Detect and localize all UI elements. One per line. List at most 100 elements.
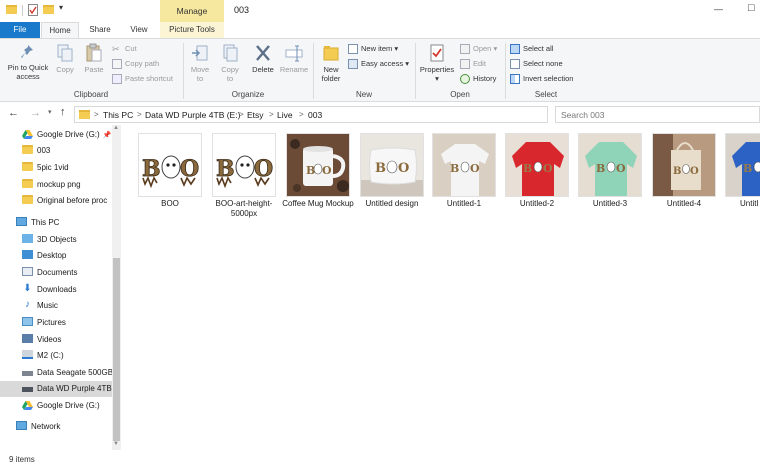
file-thumbnail[interactable]: B O [578,133,642,197]
sidebar-item-mockup-png[interactable]: mockup png [0,177,112,193]
crumb-003[interactable]: 003 [308,110,322,120]
sidebar-item-data-seagate[interactable]: Data Seagate 500GB [0,365,112,381]
tab-home[interactable]: Home [41,22,79,39]
file-thumbnail[interactable]: B O [432,133,496,197]
file-name[interactable]: BOO-art-height-5000px [207,199,281,219]
file-name[interactable]: Untitled-2 [500,199,574,209]
sidebar-item-003[interactable]: 003 [0,143,112,159]
sidebar-item-google-drive-pinned[interactable]: Google Drive (G:) 📌 [0,127,112,143]
history-button[interactable]: History [460,73,496,85]
crumb-etsy[interactable]: Etsy [247,110,264,120]
scrollbar-thumb[interactable] [113,258,120,441]
recent-locations-icon[interactable]: ▾ [48,108,52,116]
search-input[interactable]: Search 003 [561,110,604,120]
crumb-this-pc[interactable]: This PC [103,110,133,120]
properties-label: Properties [419,65,455,74]
easy-access-button[interactable]: Easy access ▾ [348,58,409,70]
sidebar-scrollbar[interactable]: ▲ ▼ [112,125,121,450]
new-folder-button[interactable]: New folder [316,43,346,83]
easy-access-icon [348,59,358,70]
copy-button[interactable]: Copy [54,43,76,74]
move-to-button[interactable]: Move to [186,43,214,83]
file-thumbnail[interactable]: B O [360,133,424,197]
white-shirt-mockup-image: B O [433,134,495,196]
new-folder-quick-icon[interactable] [43,5,54,14]
up-arrow-icon[interactable]: ↑ [60,106,66,118]
paste-button[interactable]: Paste [82,43,106,74]
sidebar-item-documents[interactable]: Documents [0,265,112,281]
edit-button[interactable]: Edit [460,58,486,70]
pin-to-quick-access-button[interactable]: Pin to Quick access [2,43,54,81]
sidebar-item-m2-c[interactable]: M2 (C:) [0,348,112,364]
sidebar-item-label: Downloads [37,285,77,294]
properties-quick-icon[interactable] [28,4,38,16]
copy-to-button[interactable]: Copy to [216,43,244,83]
paste-shortcut-button[interactable]: Paste shortcut [112,73,173,85]
file-thumbnail[interactable]: B O [652,133,716,197]
sidebar-item-google-drive[interactable]: Google Drive (G:) [0,398,112,414]
scroll-up-icon[interactable]: ▲ [113,125,119,131]
invert-selection-button[interactable]: Invert selection [510,73,573,85]
rename-button[interactable]: Rename [278,43,310,74]
new-item-button[interactable]: New item ▾ [348,43,398,55]
file-thumbnail[interactable]: B O [286,133,350,197]
open-button[interactable]: Open ▾ [460,43,497,55]
history-label: History [473,74,497,83]
select-all-button[interactable]: Select all [510,43,553,55]
sidebar-item-music[interactable]: ♪ Music [0,298,112,314]
delete-button[interactable]: Delete [248,43,278,74]
file-thumbnail[interactable]: B [725,133,760,197]
maximize-button[interactable]: □ [748,2,755,14]
crumb-separator: > [137,110,142,119]
red-shirt-mockup-image: B O [506,134,568,196]
forward-arrow-icon[interactable]: → [30,107,41,119]
3d-objects-icon [22,234,33,244]
edit-label: Edit [473,59,486,68]
file-thumbnail[interactable]: B O [138,133,202,197]
crumb-live[interactable]: Live [277,110,293,120]
sidebar-item-pictures[interactable]: Pictures [0,315,112,331]
customize-quick-access-icon[interactable]: ▾ [59,3,63,12]
select-group-label: Select [534,90,558,99]
tab-view[interactable]: View [120,22,158,38]
sidebar-item-downloads[interactable]: ⬇ Downloads [0,282,112,298]
item-count: 9 items [9,455,35,464]
tab-share[interactable]: Share [82,22,118,38]
tab-picture-tools[interactable]: Picture Tools [160,22,224,38]
address-box[interactable]: > This PC > Data WD Purple 4TB (E:) > Et… [74,106,548,123]
address-bar-row: ← → ▾ ↑ > This PC > Data WD Purple 4TB (… [0,103,760,125]
properties-button[interactable]: Properties ▾ [417,43,457,83]
sidebar-item-network[interactable]: Network [0,419,112,435]
file-name[interactable]: Untitled-1 [427,199,501,209]
select-none-button[interactable]: Select none [510,58,563,70]
sidebar-item-data-wd-purple[interactable]: Data WD Purple 4TB [0,381,112,397]
sidebar-item-desktop[interactable]: Desktop [0,248,112,264]
cut-button[interactable]: ✂ Cut [112,43,137,55]
navigation-pane: Google Drive (G:) 📌 003 5pic 1vid mockup … [0,125,122,450]
network-icon [16,421,27,431]
file-thumbnail[interactable]: B O [212,133,276,197]
sidebar-item-3d-objects[interactable]: 3D Objects [0,232,112,248]
file-name[interactable]: Coffee Mug Mockup [281,199,355,209]
minimize-button[interactable]: — [714,4,723,14]
file-name[interactable]: BOO [133,199,207,209]
scroll-down-icon[interactable]: ▼ [113,441,119,447]
folder-icon [22,145,33,155]
file-name[interactable]: Untitled-4 [647,199,721,209]
file-name[interactable]: Untitled design [355,199,429,209]
boo-art-image: B O [139,134,201,196]
file-name[interactable]: Untitled-3 [573,199,647,209]
new-item-icon [348,44,358,55]
sidebar-item-videos[interactable]: Videos [0,332,112,348]
sidebar-item-original-before-proc[interactable]: Original before proc [0,193,112,209]
sidebar-item-5pic-1vid[interactable]: 5pic 1vid [0,160,112,176]
copy-path-button[interactable]: Copy path [112,58,159,70]
file-thumbnail[interactable]: B O [505,133,569,197]
search-box[interactable]: Search 003 [555,106,760,123]
file-name[interactable]: Untitl [727,199,760,209]
crumb-drive[interactable]: Data WD Purple 4TB (E:) [145,110,240,120]
paste-shortcut-label: Paste shortcut [125,74,173,83]
back-arrow-icon[interactable]: ← [8,107,19,119]
sidebar-item-this-pc[interactable]: This PC [0,215,112,231]
tab-file[interactable]: File [0,22,40,38]
